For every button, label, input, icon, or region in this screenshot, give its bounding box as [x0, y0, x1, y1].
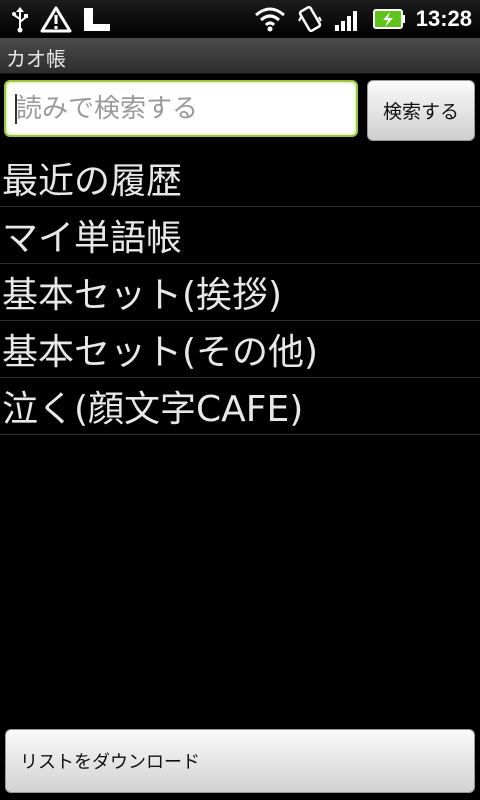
storage-icon: [84, 8, 110, 31]
text-caret: [15, 94, 17, 124]
list-item-label: 泣く(顔文字CAFE): [2, 389, 304, 430]
status-time: 13:28: [415, 6, 472, 31]
app-screen: 13:28 カオ帳 検索する 最近の履歴 マイ単語帳 基本セット(挨拶) 基本セ…: [0, 0, 480, 800]
app-title: カオ帳: [6, 47, 66, 71]
list-item-basic-other[interactable]: 基本セット(その他): [0, 321, 480, 378]
list-item-label: 基本セット(その他): [2, 332, 319, 373]
usb-icon: [12, 7, 28, 33]
title-bar: カオ帳: [0, 38, 480, 74]
search-input[interactable]: [4, 80, 358, 137]
download-list-button[interactable]: リストをダウンロード: [5, 729, 475, 793]
status-bar-notifications: [10, 4, 112, 34]
list-item-my-wordbook[interactable]: マイ単語帳: [0, 207, 480, 264]
category-list: 最近の履歴 マイ単語帳 基本セット(挨拶) 基本セット(その他) 泣く(顔文字C…: [0, 150, 480, 435]
wifi-icon: [254, 7, 285, 32]
status-bar: 13:28: [0, 0, 480, 38]
list-item-label: 基本セット(挨拶): [2, 275, 283, 316]
vibrate-icon: [297, 5, 322, 33]
list-item-label: 最近の履歴: [2, 161, 183, 202]
list-item-crying-kaomoji-cafe[interactable]: 泣く(顔文字CAFE): [0, 378, 480, 435]
status-bar-system: 13:28: [254, 4, 472, 34]
list-item-recent-history[interactable]: 最近の履歴: [0, 150, 480, 207]
search-button[interactable]: 検索する: [367, 80, 475, 141]
signal-icon: [334, 11, 357, 31]
list-item-label: マイ単語帳: [2, 218, 183, 259]
battery-icon: [372, 9, 405, 29]
list-item-basic-greetings[interactable]: 基本セット(挨拶): [0, 264, 480, 321]
warning-icon: [40, 6, 72, 33]
